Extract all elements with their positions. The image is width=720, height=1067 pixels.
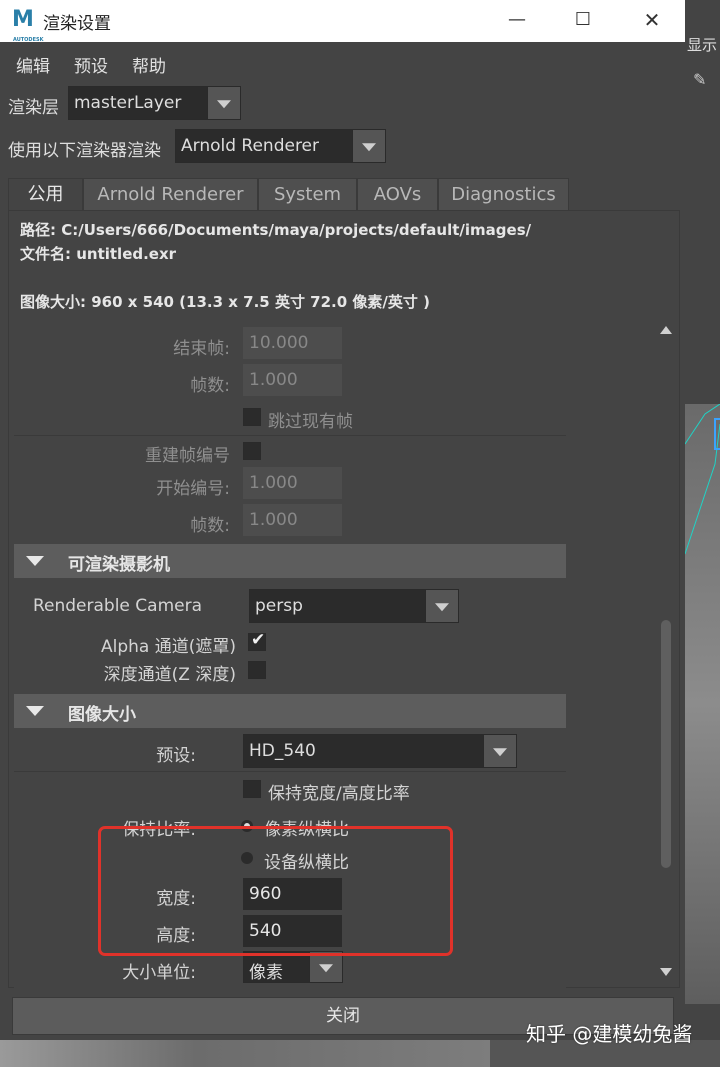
by-frame2-field[interactable]: 1.000	[243, 504, 342, 536]
alpha-channel-checkbox[interactable]: ✔	[248, 630, 266, 651]
render-layer-value: masterLayer	[74, 93, 182, 113]
renderable-camera-label: Renderable Camera	[32, 596, 202, 616]
close-window-button[interactable]: ✕	[630, 4, 674, 36]
tab-aovs[interactable]: AOVs	[357, 178, 438, 210]
by-frame2-label: 帧数:	[190, 516, 230, 536]
collapse-arrow-icon	[26, 556, 44, 566]
render-layer-label: 渲染层	[8, 98, 59, 118]
minimize-button[interactable]: —	[495, 4, 539, 36]
start-number-field[interactable]: 1.000	[243, 467, 342, 499]
maintain-ratio-checkbox[interactable]	[243, 780, 261, 798]
chevron-down-icon	[493, 748, 507, 757]
render-settings-window: M AUTODESK 渲染设置 — ☐ ✕ 编辑 预设 帮助 渲染层 master…	[0, 0, 685, 1040]
background-menu-label: 显示	[687, 36, 718, 54]
depth-channel-label: 深度通道(Z 深度)	[103, 665, 236, 685]
renumber-label: 重建帧编号	[145, 446, 230, 466]
end-frame-field[interactable]: 10.000	[243, 327, 342, 359]
end-frame-label: 结束帧:	[173, 339, 230, 359]
by-frame-field[interactable]: 1.000	[243, 364, 342, 396]
output-path: 路径: C:/Users/666/Documents/maya/projects…	[20, 221, 532, 239]
menu-presets[interactable]: 预设	[74, 52, 108, 77]
depth-channel-checkbox[interactable]	[248, 661, 266, 679]
chevron-down-icon	[435, 603, 449, 612]
render-layer-dropdown[interactable]: masterLayer	[68, 86, 241, 120]
vertical-scrollbar[interactable]	[658, 322, 674, 982]
alpha-channel-label: Alpha 通道(遮罩)	[100, 637, 236, 657]
menu-bar: 编辑 预设 帮助	[0, 42, 685, 82]
scroll-thumb[interactable]	[661, 620, 671, 868]
renderable-camera-dropdown[interactable]: persp	[249, 589, 459, 623]
collapse-arrow-icon	[26, 706, 44, 716]
tab-system[interactable]: System	[258, 178, 357, 210]
divider	[14, 435, 566, 436]
section-renderable-camera[interactable]: 可渲染摄影机	[14, 544, 566, 578]
watermark: 知乎 @建模幼兔酱	[526, 1022, 693, 1046]
pen-icon: ✎	[693, 70, 707, 89]
size-units-label: 大小单位:	[122, 963, 196, 983]
tab-diagnostics[interactable]: Diagnostics	[438, 178, 569, 210]
maya-icon: M AUTODESK	[12, 7, 44, 44]
by-frame-label: 帧数:	[190, 376, 230, 396]
viewport-preview	[685, 404, 720, 1004]
background-app-panel: 显示 ✎	[685, 0, 720, 1067]
preset-label: 预设:	[156, 746, 196, 766]
preset-dropdown[interactable]: HD_540	[243, 734, 517, 768]
tab-common[interactable]: 公用	[8, 178, 83, 210]
menu-edit[interactable]: 编辑	[16, 52, 50, 77]
output-filename: 文件名: untitled.exr	[20, 245, 177, 263]
image-size-summary: 图像大小: 960 x 540 (13.3 x 7.5 英寸 72.0 像素/英…	[20, 293, 430, 311]
renderer-label: 使用以下渲染器渲染	[8, 141, 161, 161]
chevron-down-icon	[217, 100, 231, 109]
divider	[14, 771, 566, 772]
title-bar: M AUTODESK 渲染设置 — ☐ ✕	[0, 0, 685, 44]
check-icon: ✔	[251, 630, 266, 650]
highlight-box	[98, 826, 453, 956]
maximize-button[interactable]: ☐	[561, 4, 605, 36]
section-title: 可渲染摄影机	[68, 555, 170, 575]
preset-value: HD_540	[249, 741, 316, 761]
start-number-label: 开始编号:	[156, 479, 230, 499]
chevron-down-icon	[319, 964, 333, 973]
section-title: 图像大小	[68, 705, 136, 725]
section-image-size[interactable]: 图像大小	[14, 694, 566, 728]
renumber-checkbox[interactable]	[243, 442, 261, 460]
maintain-ratio-label: 保持宽度/高度比率	[268, 784, 410, 804]
chevron-down-icon	[362, 143, 376, 152]
scroll-up-icon[interactable]	[660, 326, 672, 334]
skip-existing-label: 跳过现有帧	[268, 412, 353, 432]
scroll-down-icon[interactable]	[660, 968, 672, 976]
menu-help[interactable]: 帮助	[132, 52, 166, 77]
renderer-dropdown[interactable]: Arnold Renderer	[175, 129, 386, 163]
renderable-camera-value: persp	[255, 596, 303, 616]
size-units-value: 像素	[249, 963, 283, 983]
renderer-value: Arnold Renderer	[181, 136, 320, 156]
tab-arnold-renderer[interactable]: Arnold Renderer	[83, 178, 258, 210]
skip-existing-checkbox[interactable]	[243, 408, 261, 426]
window-title: 渲染设置	[43, 14, 111, 34]
